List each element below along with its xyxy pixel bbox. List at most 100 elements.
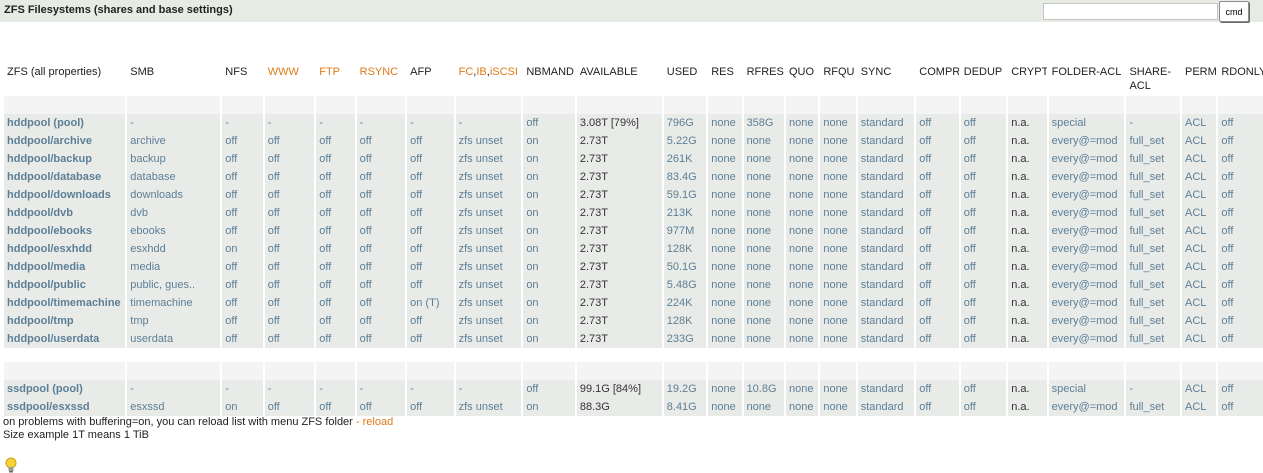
cell-quo[interactable]: none — [785, 204, 819, 222]
cell-perm[interactable]: ACL — [1182, 258, 1217, 276]
cell-dedup[interactable]: off — [960, 276, 1007, 294]
cell-rfres[interactable]: none — [743, 222, 784, 240]
cell-smb[interactable]: esxssd — [127, 398, 221, 416]
cell-afp[interactable]: - — [407, 380, 454, 398]
cell-ftp[interactable]: off — [316, 276, 355, 294]
cell-rsync[interactable]: off — [356, 294, 406, 312]
cell-rfqu[interactable]: none — [820, 240, 856, 258]
cell-compr[interactable]: off — [916, 204, 959, 222]
filesystem-name-cell[interactable]: ssdpool (pool) — [4, 380, 126, 398]
cell-compr[interactable]: off — [916, 240, 959, 258]
cell-compr[interactable]: off — [916, 132, 959, 150]
cell-nbmand[interactable]: off — [523, 380, 575, 398]
cell-rsync[interactable]: off — [356, 204, 406, 222]
cell-afp[interactable]: off — [407, 330, 454, 348]
cell-perm[interactable]: ACL — [1182, 380, 1217, 398]
cell-perm[interactable]: ACL — [1182, 204, 1217, 222]
cmd-button[interactable]: cmd — [1219, 1, 1249, 22]
cell-nfs[interactable]: off — [222, 168, 263, 186]
cell-rfqu[interactable]: none — [820, 312, 856, 330]
cell-ftp[interactable]: off — [316, 330, 355, 348]
cell-perm[interactable]: ACL — [1182, 132, 1217, 150]
cell-fc-ib-iscsi[interactable]: zfs unset — [455, 186, 522, 204]
cell-rdonly[interactable]: off — [1218, 114, 1263, 132]
cell-www[interactable]: off — [264, 398, 315, 416]
cell-nbmand[interactable]: on — [523, 330, 575, 348]
cell-nbmand[interactable]: on — [523, 240, 575, 258]
cell-dedup[interactable]: off — [960, 258, 1007, 276]
cell-rdonly[interactable]: off — [1218, 168, 1263, 186]
cell-fc-ib-iscsi[interactable]: zfs unset — [455, 222, 522, 240]
cell-rfres[interactable]: none — [743, 312, 784, 330]
cell-dedup[interactable]: off — [960, 150, 1007, 168]
cell-dedup[interactable]: off — [960, 168, 1007, 186]
cell-perm[interactable]: ACL — [1182, 398, 1217, 416]
cell-ftp[interactable]: off — [316, 204, 355, 222]
filesystem-name-cell[interactable]: ssdpool/esxssd — [4, 398, 126, 416]
column-header-nbmand[interactable]: NBMAND — [523, 62, 575, 96]
cell-compr[interactable]: off — [916, 294, 959, 312]
cell-nbmand[interactable]: on — [523, 294, 575, 312]
cell-folder-acl[interactable]: every@=mod — [1048, 204, 1125, 222]
cell-nfs[interactable]: on — [222, 240, 263, 258]
cell-folder-acl[interactable]: every@=mod — [1048, 240, 1125, 258]
cell-dedup[interactable]: off — [960, 186, 1007, 204]
cell-dedup[interactable]: off — [960, 398, 1007, 416]
cell-rdonly[interactable]: off — [1218, 258, 1263, 276]
cell-rfres[interactable]: none — [743, 276, 784, 294]
column-header-sync[interactable]: SYNC — [858, 62, 915, 96]
cell-ftp[interactable]: off — [316, 294, 355, 312]
filesystem-name-cell[interactable]: hddpool/ebooks — [4, 222, 126, 240]
column-header-fc-ib-iscsi[interactable]: FC,IB,iSCSI — [456, 62, 522, 96]
cell-nfs[interactable]: off — [222, 276, 263, 294]
cell-rsync[interactable]: off — [356, 258, 406, 276]
filesystem-name-cell[interactable]: hddpool/media — [4, 258, 126, 276]
cell-share-acl[interactable]: - — [1126, 380, 1180, 398]
cell-share-acl[interactable]: full_set — [1126, 330, 1180, 348]
cell-share-acl[interactable]: full_set — [1126, 132, 1180, 150]
cell-rfqu[interactable]: none — [820, 258, 856, 276]
cell-perm[interactable]: ACL — [1182, 294, 1217, 312]
cell-dedup[interactable]: off — [960, 222, 1007, 240]
filesystem-name-cell[interactable]: hddpool/esxhdd — [4, 240, 126, 258]
cell-quo[interactable]: none — [785, 258, 819, 276]
cell-fc-ib-iscsi[interactable]: zfs unset — [455, 312, 522, 330]
cell-nfs[interactable]: off — [222, 312, 263, 330]
cell-sync[interactable]: standard — [857, 330, 915, 348]
cell-rsync[interactable]: off — [356, 222, 406, 240]
cell-rfres[interactable]: none — [743, 204, 784, 222]
filesystem-name-cell[interactable]: hddpool/downloads — [4, 186, 126, 204]
cell-nfs[interactable]: off — [222, 186, 263, 204]
cell-smb[interactable]: database — [127, 168, 221, 186]
cell-share-acl[interactable]: full_set — [1126, 204, 1180, 222]
cell-afp[interactable]: off — [407, 132, 454, 150]
cell-quo[interactable]: none — [785, 312, 819, 330]
cell-smb[interactable]: userdata — [127, 330, 221, 348]
column-header-afp[interactable]: AFP — [407, 62, 453, 96]
cell-afp[interactable]: off — [407, 276, 454, 294]
cell-rfres[interactable]: none — [743, 294, 784, 312]
filesystem-name-cell[interactable]: hddpool/timemachine — [4, 294, 126, 312]
cell-dedup[interactable]: off — [960, 330, 1007, 348]
cell-sync[interactable]: standard — [857, 398, 915, 416]
cell-www[interactable]: off — [264, 258, 315, 276]
column-header-www[interactable]: WWW — [265, 62, 315, 96]
cell-afp[interactable]: off — [407, 258, 454, 276]
cell-afp[interactable]: off — [407, 398, 454, 416]
cell-nfs[interactable]: on — [222, 398, 263, 416]
cell-rfres[interactable]: none — [743, 132, 784, 150]
cell-rsync[interactable]: off — [356, 240, 406, 258]
cell-compr[interactable]: off — [916, 276, 959, 294]
cell-sync[interactable]: standard — [857, 204, 915, 222]
cell-rfres[interactable]: none — [743, 168, 784, 186]
cell-rfres[interactable]: none — [743, 186, 784, 204]
column-header-perm[interactable]: PERM — [1182, 62, 1216, 96]
cell-fc-ib-iscsi[interactable]: zfs unset — [455, 294, 522, 312]
cell-rsync[interactable]: off — [356, 276, 406, 294]
cell-folder-acl[interactable]: every@=mod — [1048, 168, 1125, 186]
cell-share-acl[interactable]: full_set — [1126, 276, 1180, 294]
cell-share-acl[interactable]: full_set — [1126, 240, 1180, 258]
cell-fc-ib-iscsi[interactable]: zfs unset — [455, 240, 522, 258]
cell-rfqu[interactable]: none — [820, 168, 856, 186]
cell-quo[interactable]: none — [785, 240, 819, 258]
